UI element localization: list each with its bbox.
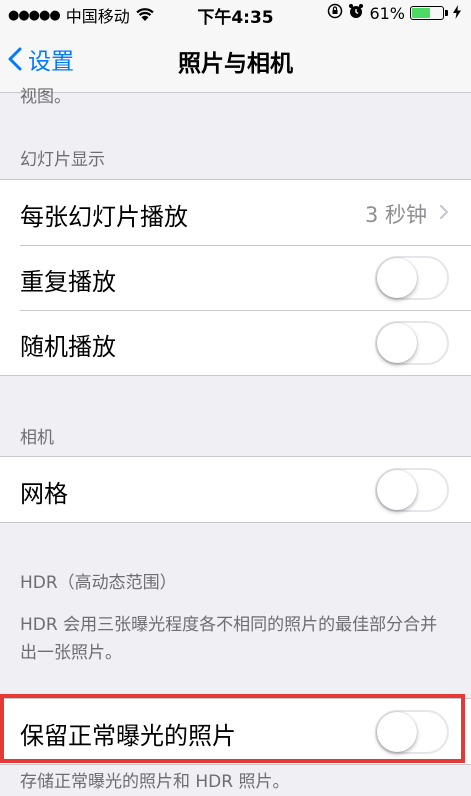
hdr-footer: 存储正常曝光的照片和 HDR 照片。 [20, 772, 290, 792]
orientation-lock-icon [327, 3, 343, 23]
toggle-knob [377, 470, 417, 510]
row-keep-normal-photo: 保留正常曝光的照片 [0, 699, 471, 764]
hdr-group: 保留正常曝光的照片 [0, 698, 471, 765]
row-slide-duration[interactable]: 每张幻灯片播放 3 秒钟 [0, 180, 471, 245]
clipped-footer-text: 视图。 [20, 87, 71, 107]
keep-normal-photo-toggle[interactable] [375, 710, 449, 754]
section-header-hdr: HDR（高动态范围） [20, 573, 177, 593]
status-right: 61% [327, 3, 461, 23]
battery-percent: 61% [369, 3, 405, 23]
battery-fill [412, 8, 430, 18]
hdr-description: HDR 会用三张曝光程度各不相同的照片的最佳部分合并出一张照片。 [20, 615, 438, 663]
row-label: 重复播放 [20, 268, 116, 296]
row-shuffle: 随机播放 [0, 310, 471, 375]
toggle-knob [377, 712, 417, 752]
row-repeat: 重复播放 [0, 245, 471, 310]
chevron-right-icon [439, 204, 449, 220]
row-label: 保留正常曝光的照片 [20, 722, 236, 750]
row-grid: 网格 [0, 457, 471, 522]
slideshow-group: 每张幻灯片播放 3 秒钟 重复播放 随机播放 [0, 179, 471, 376]
toggle-knob [377, 323, 417, 363]
repeat-toggle[interactable] [375, 256, 449, 300]
row-label: 网格 [20, 480, 68, 508]
toggle-knob [377, 258, 417, 298]
row-value: 3 秒钟 [364, 203, 427, 227]
alarm-icon [348, 3, 364, 23]
shuffle-toggle[interactable] [375, 321, 449, 365]
grid-toggle[interactable] [375, 468, 449, 512]
row-label: 每张幻灯片播放 [20, 203, 188, 231]
battery-icon [410, 6, 448, 20]
page-title: 照片与相机 [178, 51, 293, 77]
row-label: 随机播放 [20, 333, 116, 361]
section-header-camera: 相机 [20, 428, 54, 448]
status-bar: ●●●●● 中国移动 下午4:35 61% [0, 0, 471, 28]
section-header-slideshow: 幻灯片显示 [20, 150, 105, 170]
camera-group: 网格 [0, 456, 471, 523]
charging-icon [453, 4, 461, 23]
